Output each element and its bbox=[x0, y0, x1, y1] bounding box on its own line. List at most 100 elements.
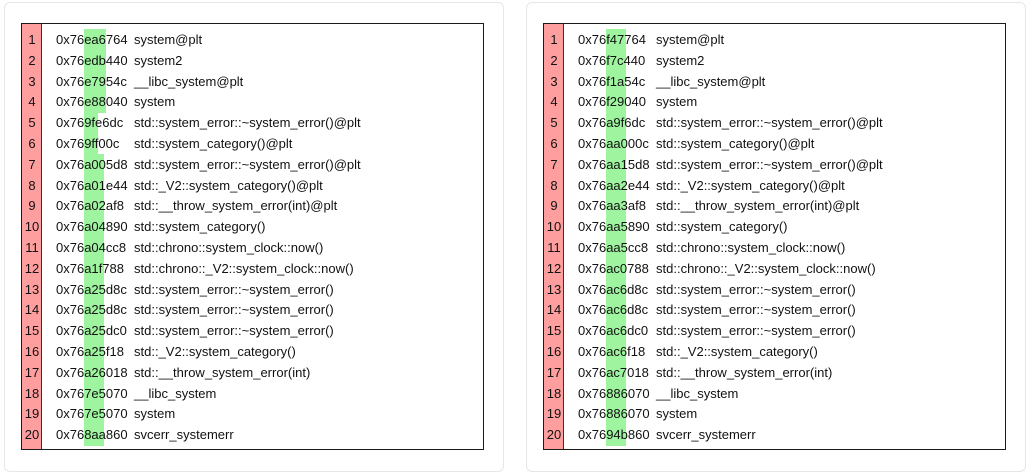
address-row: 11 0x76a04cc8 std::chrono::system_clock::n… bbox=[22, 238, 483, 258]
address: 0x76a01e44 bbox=[56, 177, 128, 193]
right-panel: 1 0x76f47764 system@plt 2 0x76f7c440 system2 3… bbox=[526, 2, 1026, 472]
symbol-name: system@plt bbox=[656, 32, 725, 47]
symbol-name: std::__throw_system_error(int)@plt bbox=[134, 198, 338, 214]
address-row: 7 0x76aa15d8 std::system_error::~system_er… bbox=[544, 155, 1005, 175]
address-row: 4 0x76f29040 system bbox=[544, 92, 1005, 112]
address-row: 3 0x76e7954c __libc_system@plt bbox=[22, 72, 483, 92]
address-row: 12 0x76ac0788 std::chrono::_V2::system_clo… bbox=[544, 259, 1005, 279]
line-number: 20 bbox=[546, 427, 562, 443]
symbol-name: std::__throw_system_error(int) bbox=[134, 364, 311, 380]
symbol-name: std::system_error::~system_error() bbox=[656, 281, 856, 297]
address-row: 8 0x76aa2e44 std::_V2::system_category()@p… bbox=[544, 176, 1005, 196]
symbol-name: std::system_category()@plt bbox=[134, 136, 293, 151]
address-row: 6 0x76aa000c std::system_category()@plt bbox=[544, 134, 1005, 154]
address: 0x7694b860 bbox=[578, 427, 650, 443]
address: 0x769fe6dc bbox=[56, 115, 124, 131]
address-row: 14 0x76ac6d8c std::system_error::~system_e… bbox=[544, 300, 1005, 320]
address-row: 16 0x76a25f18 std::_V2::system_category() bbox=[22, 342, 483, 362]
address-row: 12 0x76a1f788 std::chrono::_V2::system_clo… bbox=[22, 259, 483, 279]
line-number: 4 bbox=[550, 94, 558, 110]
symbol-name: std::chrono::_V2::system_clock::now() bbox=[656, 260, 876, 276]
line-number: 7 bbox=[550, 156, 558, 172]
address: 0x76e88040 bbox=[56, 94, 128, 110]
address: 0x76ac7018 bbox=[578, 364, 649, 380]
line-number: 20 bbox=[24, 427, 40, 443]
address: 0x76ac6d8c bbox=[578, 281, 649, 297]
line-number: 12 bbox=[546, 260, 562, 276]
line-number: 3 bbox=[550, 73, 558, 89]
line-number: 10 bbox=[24, 219, 40, 235]
address: 0x76ac0788 bbox=[578, 260, 649, 276]
line-number: 2 bbox=[550, 52, 558, 68]
symbol-name: system2 bbox=[656, 52, 705, 68]
address: 0x76a04890 bbox=[56, 219, 128, 235]
address-row: 5 0x76a9f6dc std::system_error::~system_er… bbox=[544, 113, 1005, 133]
address: 0x76a02af8 bbox=[56, 198, 124, 214]
address-row: 15 0x76ac6dc0 std::system_error::~system_e… bbox=[544, 321, 1005, 341]
left-panel: 1 0x76ea6764 system@plt 2 0x76edb440 system2 3… bbox=[4, 2, 504, 472]
line-number: 6 bbox=[550, 136, 558, 151]
line-number: 18 bbox=[24, 385, 40, 401]
address: 0x76ea6764 bbox=[56, 32, 128, 47]
line-number: 2 bbox=[28, 52, 36, 68]
address: 0x767e5070 bbox=[56, 406, 128, 422]
address-row: 19 0x76886070 system bbox=[544, 404, 1005, 424]
symbol-name: svcerr_systemerr bbox=[656, 427, 756, 443]
symbol-name: std::system_error::~system_error()@plt bbox=[656, 115, 883, 131]
address-row: 16 0x76ac6f18 std::_V2::system_category() bbox=[544, 342, 1005, 362]
symbol-name: std::__throw_system_error(int) bbox=[656, 364, 833, 380]
address: 0x76886070 bbox=[578, 406, 650, 422]
address-row: 5 0x769fe6dc std::system_error::~system_er… bbox=[22, 113, 483, 133]
address-row: 15 0x76a25dc0 std::system_error::~system_e… bbox=[22, 321, 483, 341]
address: 0x76a9f6dc bbox=[578, 115, 646, 131]
line-number: 15 bbox=[546, 323, 562, 339]
line-number: 3 bbox=[28, 73, 36, 89]
symbol-name: std::chrono::system_clock::now() bbox=[656, 240, 846, 255]
line-number: 4 bbox=[28, 94, 36, 110]
line-number: 11 bbox=[547, 240, 561, 255]
line-number: 17 bbox=[24, 364, 40, 380]
line-number: 5 bbox=[550, 115, 558, 131]
address: 0x76886070 bbox=[578, 385, 650, 401]
symbol-name: system bbox=[656, 406, 698, 422]
address: 0x76aa3af8 bbox=[578, 198, 646, 214]
symbol-name: std::system_error::~system_error() bbox=[134, 281, 334, 297]
line-number: 14 bbox=[546, 302, 562, 318]
symbol-name: system@plt bbox=[134, 32, 203, 47]
address: 0x76aa5890 bbox=[578, 219, 650, 235]
symbol-name: std::system_error::~system_error()@plt bbox=[134, 115, 361, 131]
address: 0x76f47764 bbox=[578, 32, 646, 47]
symbol-name: std::system_error::~system_error() bbox=[134, 323, 334, 339]
line-number: 8 bbox=[550, 177, 558, 193]
address: 0x76aa15d8 bbox=[578, 156, 650, 172]
symbol-name: __libc_system@plt bbox=[134, 73, 244, 89]
address-row: 17 0x76a26018 std::__throw_system_error(in… bbox=[22, 363, 483, 383]
symbol-name: std::__throw_system_error(int)@plt bbox=[656, 198, 860, 214]
address-row: 9 0x76aa3af8 std::__throw_system_error(int… bbox=[544, 196, 1005, 216]
address: 0x76a005d8 bbox=[56, 156, 128, 172]
line-number: 15 bbox=[24, 323, 40, 339]
address: 0x767e5070 bbox=[56, 385, 128, 401]
symbol-name: std::system_category()@plt bbox=[656, 136, 815, 151]
address-row: 8 0x76a01e44 std::_V2::system_category()@p… bbox=[22, 176, 483, 196]
line-number: 8 bbox=[28, 177, 36, 193]
address: 0x76edb440 bbox=[56, 52, 128, 68]
line-number: 12 bbox=[24, 260, 40, 276]
address: 0x76a25d8c bbox=[56, 302, 127, 318]
address-row: 2 0x76edb440 system2 bbox=[22, 51, 483, 71]
address-row: 1 0x76f47764 system@plt bbox=[544, 30, 1005, 50]
address-row: 11 0x76aa5cc8 std::chrono::system_clock::n… bbox=[544, 238, 1005, 258]
symbol-name: svcerr_systemerr bbox=[134, 427, 234, 443]
symbol-name: __libc_system bbox=[134, 385, 217, 401]
line-number: 7 bbox=[28, 156, 36, 172]
line-number: 5 bbox=[28, 115, 36, 131]
address: 0x76a04cc8 bbox=[56, 240, 127, 255]
line-number: 10 bbox=[546, 219, 562, 235]
line-number: 9 bbox=[28, 198, 36, 214]
address-row: 17 0x76ac7018 std::__throw_system_error(in… bbox=[544, 363, 1005, 383]
symbol-name: std::_V2::system_category()@plt bbox=[656, 177, 845, 193]
symbol-name: std::_V2::system_category() bbox=[656, 344, 818, 359]
line-number: 19 bbox=[546, 406, 562, 422]
address: 0x76f7c440 bbox=[578, 52, 646, 68]
address: 0x76a25d8c bbox=[56, 281, 127, 297]
